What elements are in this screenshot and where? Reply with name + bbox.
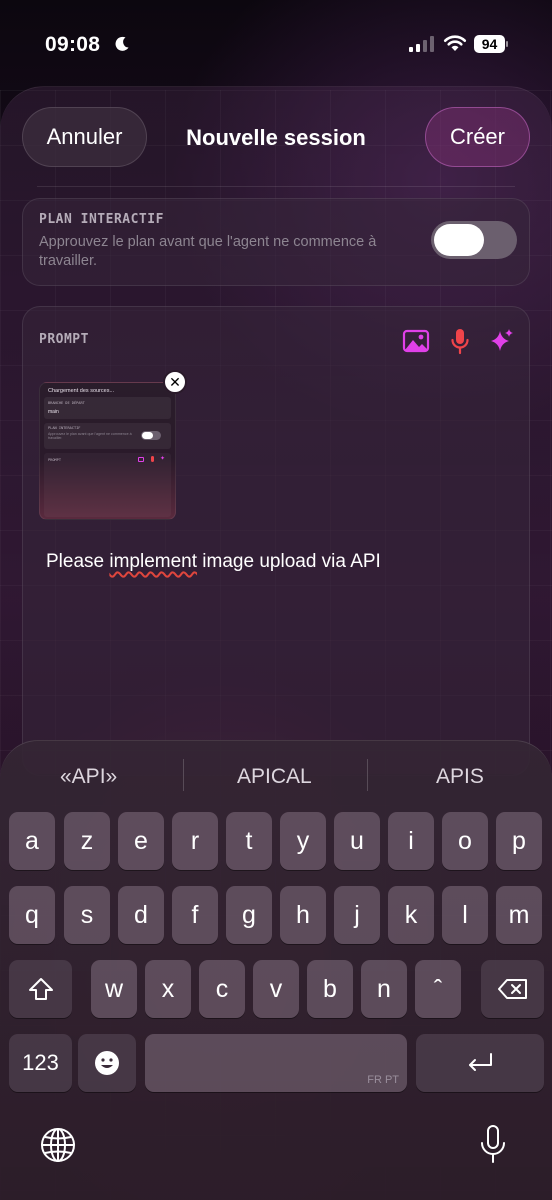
- key-t[interactable]: t: [226, 812, 272, 870]
- thumb-plan-label: PLAN INTERACTIF: [48, 426, 81, 430]
- key-i[interactable]: i: [388, 812, 434, 870]
- remove-attachment-button[interactable]: ✕: [163, 370, 187, 394]
- key-m[interactable]: m: [496, 886, 542, 944]
- numbers-key[interactable]: 123: [9, 1034, 72, 1092]
- thumb-loading-text: Chargement des sources...: [48, 388, 115, 394]
- key-b[interactable]: b: [307, 960, 353, 1018]
- image-icon[interactable]: [402, 327, 430, 355]
- attachment-thumbnail[interactable]: Chargement des sources... BRANCHE DE DÉP…: [39, 382, 176, 520]
- emoji-key[interactable]: [78, 1034, 136, 1092]
- suggestion-separator: [367, 759, 368, 791]
- return-key[interactable]: [416, 1034, 544, 1092]
- thumb-plan-desc: Approuvez le plan avant que l'agent ne c…: [48, 432, 132, 441]
- key-l[interactable]: l: [442, 886, 488, 944]
- suggestion-3[interactable]: APIS: [436, 765, 484, 789]
- return-icon: [469, 1053, 492, 1071]
- thumb-prompt-label: PROMPT: [48, 458, 61, 462]
- prompt-text-start: Please: [46, 551, 110, 572]
- key-j[interactable]: j: [334, 886, 380, 944]
- key-u[interactable]: u: [334, 812, 380, 870]
- space-key[interactable]: FR PT: [145, 1034, 407, 1092]
- cellular-signal-icon: [409, 36, 434, 52]
- suggestion-2[interactable]: APICAL: [237, 765, 312, 789]
- suggestion-separator: [183, 759, 184, 791]
- key-h[interactable]: h: [280, 886, 326, 944]
- battery-indicator: 94: [474, 35, 508, 53]
- globe-icon[interactable]: [39, 1126, 77, 1164]
- suggestion-1[interactable]: «API»: [60, 765, 117, 789]
- key-x[interactable]: x: [145, 960, 191, 1018]
- key-y[interactable]: y: [280, 812, 326, 870]
- key-o[interactable]: o: [442, 812, 488, 870]
- backspace-icon: [497, 979, 527, 999]
- plan-description: Approuvez le plan avant que l'agent ne c…: [39, 234, 377, 269]
- sparkles-icon[interactable]: [488, 327, 516, 355]
- create-button[interactable]: Créer: [425, 107, 530, 167]
- key-g[interactable]: g: [226, 886, 272, 944]
- toggle-knob: [434, 224, 484, 256]
- battery-tip: [506, 41, 508, 47]
- thumb-sparkles-icon: ✦: [160, 456, 166, 462]
- delete-key[interactable]: [481, 960, 544, 1018]
- key-s[interactable]: s: [64, 886, 110, 944]
- key-e[interactable]: e: [118, 812, 164, 870]
- key-k[interactable]: k: [388, 886, 434, 944]
- thumb-branch-label: BRANCHE DE DÉPART: [48, 401, 85, 405]
- prompt-label: PROMPT: [39, 332, 89, 347]
- key-c[interactable]: c: [199, 960, 245, 1018]
- interactive-plan-card: PLAN INTERACTIF Approuvez le plan avant …: [22, 198, 530, 286]
- wifi-icon: [443, 35, 467, 51]
- key-f[interactable]: f: [172, 886, 218, 944]
- thumb-branch-value: main: [48, 409, 59, 415]
- battery-level: 94: [474, 35, 505, 53]
- key-d[interactable]: d: [118, 886, 164, 944]
- microphone-icon[interactable]: [446, 327, 474, 355]
- key-z[interactable]: z: [64, 812, 110, 870]
- keyboard: «API» APICAL APIS a z e r t y u i o p q …: [0, 740, 552, 1200]
- emoji-icon: [95, 1051, 119, 1075]
- space-language-label: FR PT: [367, 1074, 399, 1086]
- key-q[interactable]: q: [9, 886, 55, 944]
- moon-icon: [115, 36, 129, 51]
- key-a[interactable]: a: [9, 812, 55, 870]
- misspelled-word: implement: [109, 551, 198, 572]
- header-divider: [37, 186, 515, 187]
- prompt-card: PROMPT Chargement des sources... BRANCHE…: [22, 306, 530, 776]
- key-w[interactable]: w: [91, 960, 137, 1018]
- key-circumflex[interactable]: ˆ: [415, 960, 461, 1018]
- shift-icon: [28, 978, 53, 1000]
- thumb-branch-block: BRANCHE DE DÉPART main: [44, 397, 171, 419]
- dictation-microphone-icon[interactable]: [478, 1124, 508, 1166]
- thumb-toggle: [141, 431, 161, 440]
- shift-key[interactable]: [9, 960, 72, 1018]
- prompt-text-end: image upload via API: [197, 551, 381, 572]
- status-time: 09:08: [45, 33, 101, 56]
- key-n[interactable]: n: [361, 960, 407, 1018]
- thumb-prompt-block: PROMPT ✦: [44, 453, 171, 517]
- thumb-microphone-icon: [151, 456, 154, 462]
- prompt-input[interactable]: Please implement image upload via API: [46, 551, 381, 573]
- key-v[interactable]: v: [253, 960, 299, 1018]
- interactive-plan-toggle[interactable]: [431, 221, 517, 259]
- key-p[interactable]: p: [496, 812, 542, 870]
- plan-label: PLAN INTERACTIF: [39, 212, 164, 227]
- key-r[interactable]: r: [172, 812, 218, 870]
- thumb-image-icon: [138, 457, 144, 462]
